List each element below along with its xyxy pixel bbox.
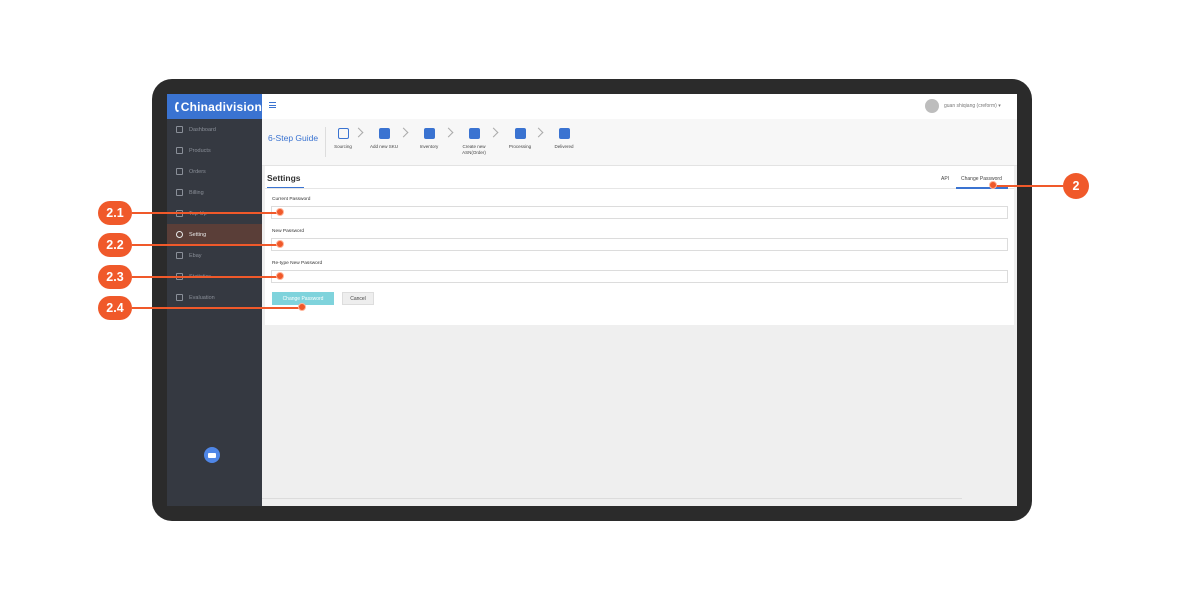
logo-text: Chinadivision	[180, 99, 262, 114]
step-label: Inventory	[419, 144, 439, 149]
annotation-line-2-1	[132, 212, 280, 214]
step-delivered[interactable]: Delivered	[543, 128, 585, 150]
tutorial-stage: Chinadivision Dashboard Products Orders …	[0, 0, 1200, 600]
money-bag-icon	[468, 128, 480, 139]
sidebar-item-orders[interactable]: Orders	[167, 161, 262, 182]
package-icon	[558, 128, 570, 139]
annotation-dot-2-1	[276, 208, 284, 216]
annotation-badge-2-1: 2.1	[98, 201, 132, 225]
cart-icon	[337, 128, 349, 139]
sidebar-item-products[interactable]: Products	[167, 140, 262, 161]
mail-button[interactable]	[204, 447, 220, 463]
sidebar: Chinadivision Dashboard Products Orders …	[167, 94, 262, 506]
step-label: Processing	[508, 144, 532, 149]
sidebar-nav: Dashboard Products Orders Billing Top-Up…	[167, 119, 262, 308]
tab-api[interactable]: API	[941, 176, 949, 182]
annotation-line-2	[993, 185, 1063, 187]
sidebar-item-label: Orders	[189, 168, 206, 175]
new-password-input[interactable]	[271, 238, 1008, 251]
step-label: Sourcing	[334, 144, 352, 149]
annotation-badge-2-2: 2.2	[98, 233, 132, 257]
sidebar-item-setting[interactable]: Setting	[167, 224, 262, 245]
inventory-icon	[423, 128, 435, 139]
sidebar-item-billing[interactable]: Billing	[167, 182, 262, 203]
annotation-dot-2-2	[276, 240, 284, 248]
menu-toggle-icon[interactable]	[269, 102, 276, 108]
home-icon	[176, 126, 183, 133]
new-password-label: New Password	[272, 229, 304, 234]
dolly-icon	[514, 128, 526, 139]
sidebar-item-label: Products	[189, 147, 211, 154]
annotation-dot-2	[989, 181, 997, 189]
retype-password-label: Re-type New Password	[272, 261, 323, 266]
current-password-input[interactable]	[271, 206, 1008, 219]
annotation-badge-2-4: 2.4	[98, 296, 132, 320]
ebay-icon	[176, 252, 183, 259]
step-guide: 6-Step Guide Sourcing Add new SKU Invent…	[262, 119, 1017, 166]
annotation-badge-2: 2	[1063, 173, 1089, 199]
gear-icon	[176, 231, 183, 238]
annotation-dot-2-4	[298, 303, 306, 311]
guide-title: 6-Step Guide	[268, 133, 319, 143]
step-label: Add new SKU	[369, 144, 398, 149]
annotation-dot-2-3	[276, 272, 284, 280]
truck-icon	[378, 128, 390, 139]
retype-password-input[interactable]	[271, 270, 1008, 283]
box-icon	[176, 147, 183, 154]
logo-swoosh-icon	[175, 101, 180, 112]
cancel-button[interactable]: Cancel	[342, 292, 374, 305]
sidebar-item-top-up[interactable]: Top-Up	[167, 203, 262, 224]
bars-icon	[176, 294, 183, 301]
sidebar-item-evaluation[interactable]: Evaluation	[167, 287, 262, 308]
annotation-line-2-2	[132, 244, 280, 246]
sidebar-item-label: Dashboard	[189, 126, 216, 133]
annotation-line-2-4	[132, 307, 302, 309]
coin-icon	[176, 189, 183, 196]
bottom-scroll-edge	[262, 498, 962, 499]
annotation-badge-2-3: 2.3	[98, 265, 132, 289]
step-label: Create new ASN(Order)	[462, 144, 486, 155]
mail-icon	[208, 452, 216, 458]
top-bar: guan shiqiang (creform) ▾	[262, 94, 1017, 119]
card-divider	[265, 188, 1014, 189]
user-menu[interactable]: guan shiqiang (creform) ▾	[944, 103, 1001, 109]
annotation-line-2-3	[132, 276, 280, 278]
step-label: Delivered	[554, 144, 574, 149]
page-title: Settings	[267, 173, 301, 183]
app-screen: Chinadivision Dashboard Products Orders …	[167, 94, 1017, 506]
sidebar-item-label: Ebay	[189, 252, 202, 259]
sidebar-item-dashboard[interactable]: Dashboard	[167, 119, 262, 140]
current-password-label: Current Password	[272, 197, 311, 202]
sidebar-item-ebay[interactable]: Ebay	[167, 245, 262, 266]
sidebar-item-label: Setting	[189, 231, 207, 238]
active-tab-indicator	[956, 187, 1008, 189]
avatar[interactable]	[925, 99, 939, 113]
list-icon	[176, 168, 183, 175]
sidebar-item-label: Evaluation	[189, 294, 215, 301]
brand-logo[interactable]: Chinadivision	[167, 94, 262, 119]
settings-card: Settings API Change Password Current Pas…	[265, 166, 1014, 325]
sidebar-item-label: Billing	[189, 189, 204, 196]
